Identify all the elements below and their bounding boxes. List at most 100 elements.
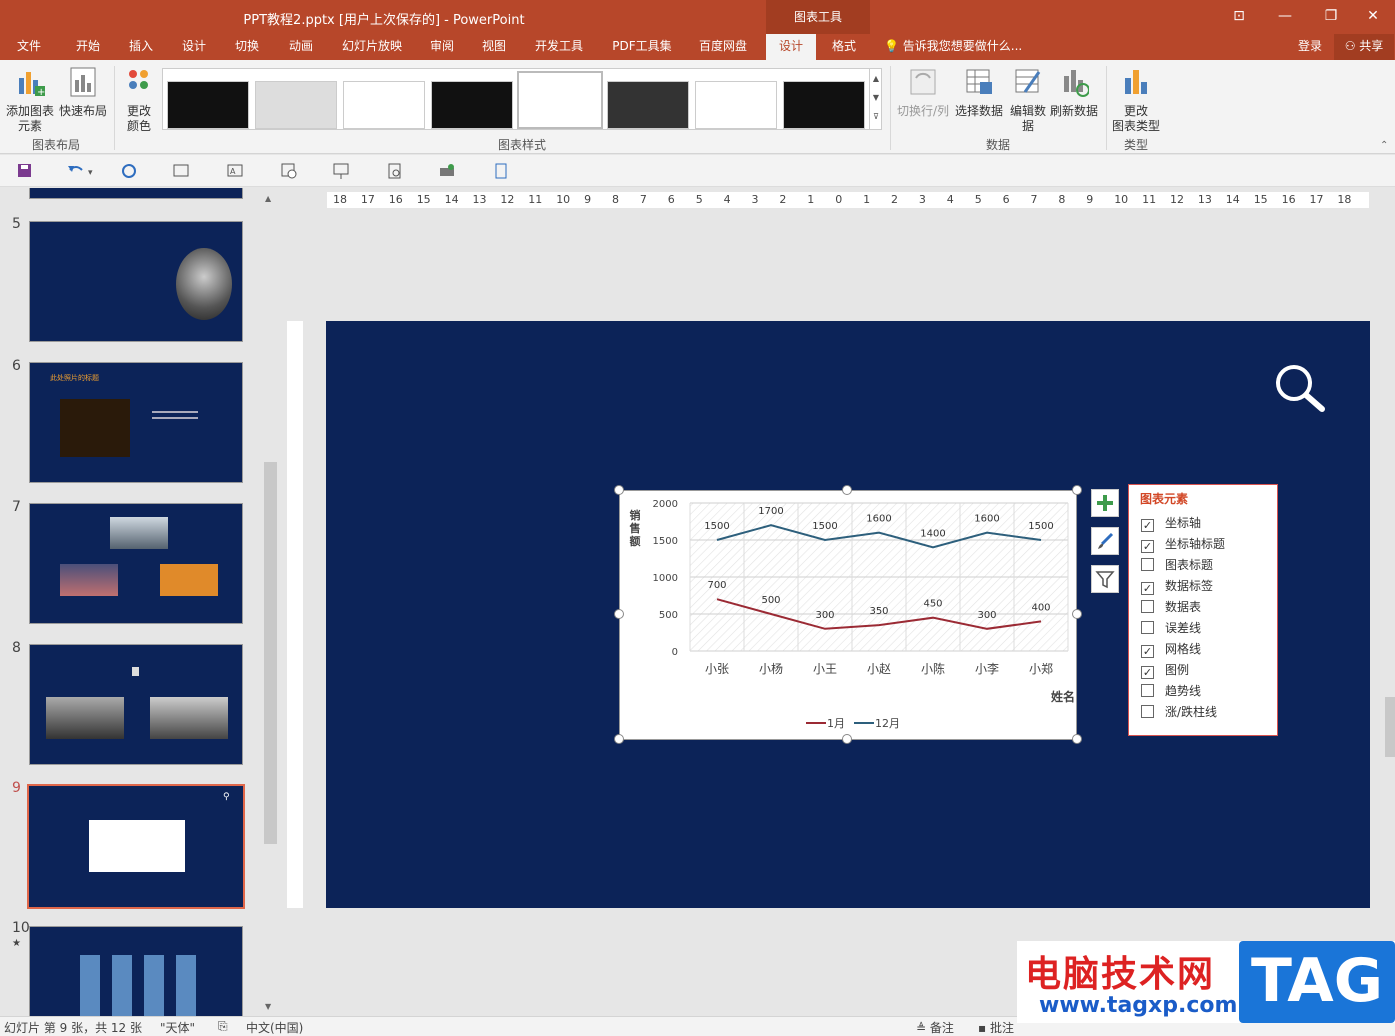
scroll-down-icon[interactable]: ▼ — [265, 1002, 271, 1011]
checkbox-checked[interactable]: ✓ — [1141, 666, 1154, 679]
resize-handle-top[interactable] — [842, 485, 852, 495]
tab-transitions[interactable]: 切换 — [224, 34, 270, 60]
checkbox-unchecked[interactable] — [1141, 600, 1154, 613]
redo-icon[interactable] — [120, 162, 138, 180]
select-data-button[interactable]: 选择数据 — [953, 66, 1005, 119]
slideshow-icon[interactable] — [332, 162, 350, 180]
slide-thumbnail-6[interactable]: 此处照片的标题 — [29, 362, 243, 483]
restore-button[interactable]: ❐ — [1308, 0, 1354, 34]
document-icon[interactable] — [492, 162, 510, 180]
notes-button[interactable]: ≜ 备注 — [916, 1019, 954, 1036]
edit-data-button[interactable]: 编辑数 据 — [1007, 66, 1049, 134]
tab-chart-design[interactable]: 设计 — [766, 34, 816, 60]
tab-view[interactable]: 视图 — [472, 34, 516, 60]
chart-element-option[interactable]: ✓ 图例 — [1141, 661, 1189, 679]
close-button[interactable]: ✕ — [1350, 0, 1395, 34]
tab-insert[interactable]: 插入 — [118, 34, 164, 60]
tab-file[interactable]: 文件 — [6, 34, 52, 60]
line-chart[interactable]: 2000 1500 1000 500 0 小张 小杨 小王 小赵 小陈 小李 小郑 销售额姓名 700 50… — [619, 490, 1077, 740]
slide-thumbnail-10[interactable] — [29, 926, 243, 1016]
workspace-scrollbar[interactable] — [1384, 190, 1395, 1016]
chart-element-option[interactable]: ✓ 坐标轴 — [1141, 514, 1201, 532]
chart-style-7[interactable] — [695, 81, 777, 129]
resize-handle-right[interactable] — [1072, 609, 1082, 619]
chart-style-3[interactable] — [343, 81, 425, 129]
checkbox-checked[interactable]: ✓ — [1141, 645, 1154, 658]
chart-element-option[interactable]: 图表标题 — [1141, 556, 1213, 573]
chart-element-option[interactable]: ✓ 数据标签 — [1141, 577, 1213, 595]
resize-handle-bottom[interactable] — [842, 734, 852, 744]
share-button[interactable]: ⚇ 共享 — [1334, 34, 1394, 60]
resize-handle-bottom-right[interactable] — [1072, 734, 1082, 744]
ribbon-display-options-button[interactable]: ⊡ — [1216, 0, 1262, 34]
tab-slideshow[interactable]: 幻灯片放映 — [334, 34, 410, 60]
checkbox-checked[interactable]: ✓ — [1141, 540, 1154, 553]
refresh-data-button[interactable]: 刷新数据 — [1049, 66, 1099, 119]
tab-home[interactable]: 开始 — [64, 34, 112, 60]
tab-design[interactable]: 设计 — [172, 34, 216, 60]
login-link[interactable]: 登录 — [1290, 34, 1330, 60]
tab-pdf-tools[interactable]: PDF工具集 — [606, 34, 678, 60]
slide-thumbnail-4[interactable] — [29, 188, 243, 199]
undo-icon[interactable]: ▾ — [66, 162, 96, 180]
tab-animations[interactable]: 动画 — [278, 34, 324, 60]
checkbox-unchecked[interactable] — [1141, 621, 1154, 634]
spellcheck-icon[interactable]: ⎘ — [218, 1019, 228, 1034]
slide-thumbnail-9-selected[interactable]: ⚲ — [27, 784, 245, 909]
chart-styles-button[interactable] — [1091, 527, 1119, 555]
chart-style-5-selected[interactable] — [517, 71, 603, 129]
checkbox-unchecked[interactable] — [1141, 684, 1154, 697]
checkbox-checked[interactable]: ✓ — [1141, 582, 1154, 595]
tab-developer[interactable]: 开发工具 — [526, 34, 592, 60]
chart-elements-button[interactable] — [1091, 489, 1119, 517]
save-icon[interactable] — [16, 162, 34, 180]
change-chart-type-button[interactable]: 更改 图表类型 — [1110, 66, 1162, 134]
chart-style-6[interactable] — [607, 81, 689, 129]
slide-thumbnail-7[interactable] — [29, 503, 243, 624]
checkbox-checked[interactable]: ✓ — [1141, 519, 1154, 532]
add-chart-element-button[interactable]: + 添加图表 元素 — [4, 66, 56, 134]
resize-handle-bottom-left[interactable] — [614, 734, 624, 744]
chart-style-2[interactable] — [255, 81, 337, 129]
slide-thumbnail-5[interactable] — [29, 221, 243, 342]
resize-handle-top-right[interactable] — [1072, 485, 1082, 495]
comments-button[interactable]: ▪ 批注 — [978, 1019, 1014, 1036]
collapse-ribbon-icon[interactable]: ⌃ — [1380, 140, 1388, 151]
rehearse-icon[interactable] — [280, 162, 298, 180]
print-preview-icon[interactable] — [386, 162, 404, 180]
workspace-scroll-thumb[interactable] — [1385, 697, 1395, 757]
scroll-up-icon[interactable]: ▲ — [265, 194, 271, 203]
resize-handle-left[interactable] — [614, 609, 624, 619]
ruler-tick-label: 3 — [751, 193, 759, 206]
gallery-scroll[interactable]: ▲ ▼ ⊽ — [869, 69, 882, 129]
quick-print-icon[interactable] — [438, 162, 456, 180]
chart-style-4[interactable] — [431, 81, 513, 129]
slide-thumbnail-8[interactable] — [29, 644, 243, 765]
tab-review[interactable]: 审阅 — [420, 34, 464, 60]
quick-layout-button[interactable]: 快速布局 — [58, 66, 108, 119]
tab-chart-format[interactable]: 格式 — [822, 34, 866, 60]
tab-baidu-netdisk[interactable]: 百度网盘 — [690, 34, 756, 60]
thumbnail-scrollbar[interactable]: ▲ ▼ — [262, 190, 279, 1016]
theme-name: "天体" — [160, 1021, 196, 1035]
checkbox-unchecked[interactable] — [1141, 558, 1154, 571]
chart-style-1[interactable] — [167, 81, 249, 129]
text-box-icon[interactable]: A — [226, 162, 244, 180]
minimize-button[interactable]: — — [1262, 0, 1308, 34]
chart-element-option[interactable]: 趋势线 — [1141, 682, 1201, 699]
language-indicator[interactable]: 中文(中国) — [246, 1019, 303, 1036]
chart-filters-button[interactable] — [1091, 565, 1119, 593]
chart-element-option[interactable]: 涨/跌柱线 — [1141, 703, 1217, 720]
scrollbar-thumb[interactable] — [264, 462, 277, 844]
chart-element-option[interactable]: ✓ 网格线 — [1141, 640, 1201, 658]
change-colors-button[interactable]: 更改 颜色 — [118, 66, 160, 134]
from-beginning-icon[interactable] — [172, 162, 190, 180]
chart-element-option[interactable]: ✓ 坐标轴标题 — [1141, 535, 1225, 553]
chart-style-8[interactable] — [783, 81, 865, 129]
chart-element-option[interactable]: 数据表 — [1141, 598, 1201, 615]
chart-element-option[interactable]: 误差线 — [1141, 619, 1201, 636]
tell-me-box[interactable]: 💡 告诉我您想要做什么... — [884, 34, 1034, 60]
checkbox-unchecked[interactable] — [1141, 705, 1154, 718]
resize-handle-top-left[interactable] — [614, 485, 624, 495]
switch-row-column-button[interactable]: 切换行/列 — [895, 66, 951, 119]
